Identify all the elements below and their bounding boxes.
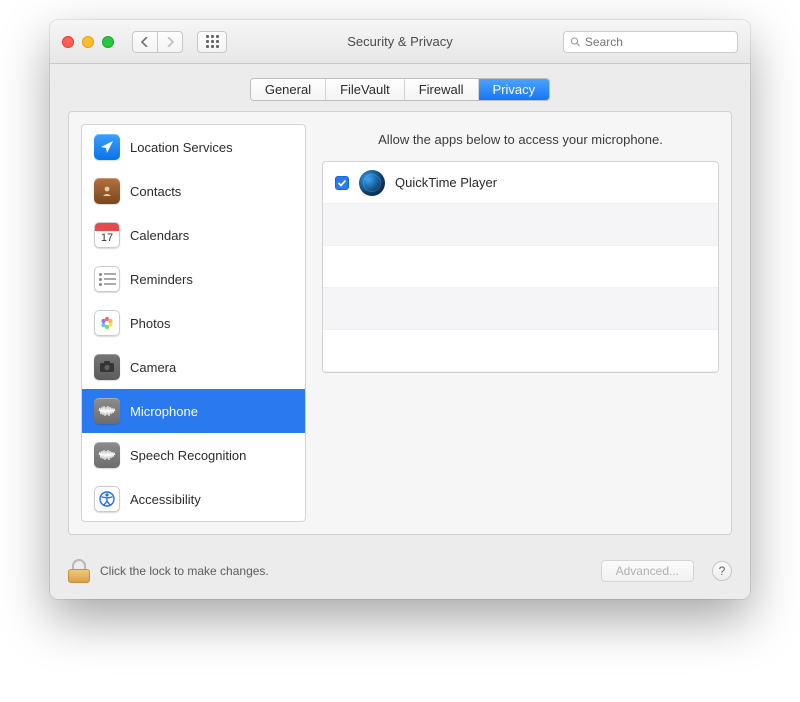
system-preferences-window: Security & Privacy General FileVault Fir… — [50, 20, 750, 599]
checkmark-icon — [337, 178, 347, 188]
chevron-right-icon — [166, 37, 174, 47]
sidebar-item-label: Microphone — [130, 404, 198, 419]
sidebar-item-speech-recognition[interactable]: Speech Recognition — [82, 433, 305, 477]
tabs-segment: General FileVault Firewall Privacy — [250, 78, 550, 101]
sidebar-item-label: Calendars — [130, 228, 189, 243]
help-button[interactable]: ? — [712, 561, 732, 581]
detail-heading: Allow the apps below to access your micr… — [322, 124, 719, 161]
advanced-button[interactable]: Advanced... — [601, 560, 694, 582]
sidebar-item-label: Accessibility — [130, 492, 201, 507]
grid-icon — [206, 35, 219, 48]
app-row-empty — [323, 330, 718, 372]
zoom-window-button[interactable] — [102, 36, 114, 48]
back-button[interactable] — [132, 31, 158, 53]
sidebar-item-contacts[interactable]: Contacts — [82, 169, 305, 213]
nav-back-forward — [132, 31, 183, 53]
sidebar-item-location-services[interactable]: Location Services — [82, 125, 305, 169]
titlebar: Security & Privacy — [50, 20, 750, 64]
quicktime-icon — [359, 170, 385, 196]
sidebar-item-photos[interactable]: Photos — [82, 301, 305, 345]
detail-panel: Allow the apps below to access your micr… — [322, 124, 719, 522]
app-permission-list[interactable]: QuickTime Player — [322, 161, 719, 373]
reminders-icon — [94, 266, 120, 292]
calendar-icon: 17 — [94, 222, 120, 248]
privacy-category-list[interactable]: Location Services Contacts 17 Calendars — [81, 124, 306, 522]
sidebar-item-label: Location Services — [130, 140, 233, 155]
search-input[interactable] — [585, 35, 731, 49]
close-window-button[interactable] — [62, 36, 74, 48]
search-icon — [570, 36, 581, 48]
sidebar-item-label: Contacts — [130, 184, 181, 199]
speech-recognition-icon — [94, 442, 120, 468]
app-row-empty — [323, 246, 718, 288]
tab-general[interactable]: General — [251, 79, 326, 100]
show-all-button[interactable] — [197, 31, 227, 53]
sidebar-item-calendars[interactable]: 17 Calendars — [82, 213, 305, 257]
app-row[interactable]: QuickTime Player — [323, 162, 718, 204]
minimize-window-button[interactable] — [82, 36, 94, 48]
sidebar-item-camera[interactable]: Camera — [82, 345, 305, 389]
photos-icon — [94, 310, 120, 336]
sidebar-item-label: Speech Recognition — [130, 448, 246, 463]
tab-privacy[interactable]: Privacy — [479, 79, 550, 100]
contacts-icon — [94, 178, 120, 204]
sidebar-item-reminders[interactable]: Reminders — [82, 257, 305, 301]
search-field[interactable] — [563, 31, 738, 53]
sidebar-item-microphone[interactable]: Microphone — [82, 389, 305, 433]
camera-icon — [94, 354, 120, 380]
forward-button[interactable] — [157, 31, 183, 53]
tab-firewall[interactable]: Firewall — [405, 79, 479, 100]
app-name-label: QuickTime Player — [395, 175, 497, 190]
lock-icon[interactable] — [68, 559, 90, 583]
privacy-pane: Location Services Contacts 17 Calendars — [68, 111, 732, 535]
tab-bar: General FileVault Firewall Privacy — [50, 64, 750, 111]
sidebar-item-label: Photos — [130, 316, 170, 331]
content-area: Location Services Contacts 17 Calendars — [50, 111, 750, 549]
app-row-empty — [323, 288, 718, 330]
app-row-empty — [323, 204, 718, 246]
accessibility-icon — [94, 486, 120, 512]
sidebar-item-label: Camera — [130, 360, 176, 375]
location-icon — [94, 134, 120, 160]
sidebar-item-label: Reminders — [130, 272, 193, 287]
app-checkbox[interactable] — [335, 176, 349, 190]
microphone-icon — [94, 398, 120, 424]
sidebar-item-accessibility[interactable]: Accessibility — [82, 477, 305, 521]
window-controls — [62, 36, 114, 48]
footer: Click the lock to make changes. Advanced… — [50, 549, 750, 599]
chevron-left-icon — [141, 37, 149, 47]
lock-hint-text: Click the lock to make changes. — [100, 564, 269, 578]
tab-filevault[interactable]: FileVault — [326, 79, 405, 100]
